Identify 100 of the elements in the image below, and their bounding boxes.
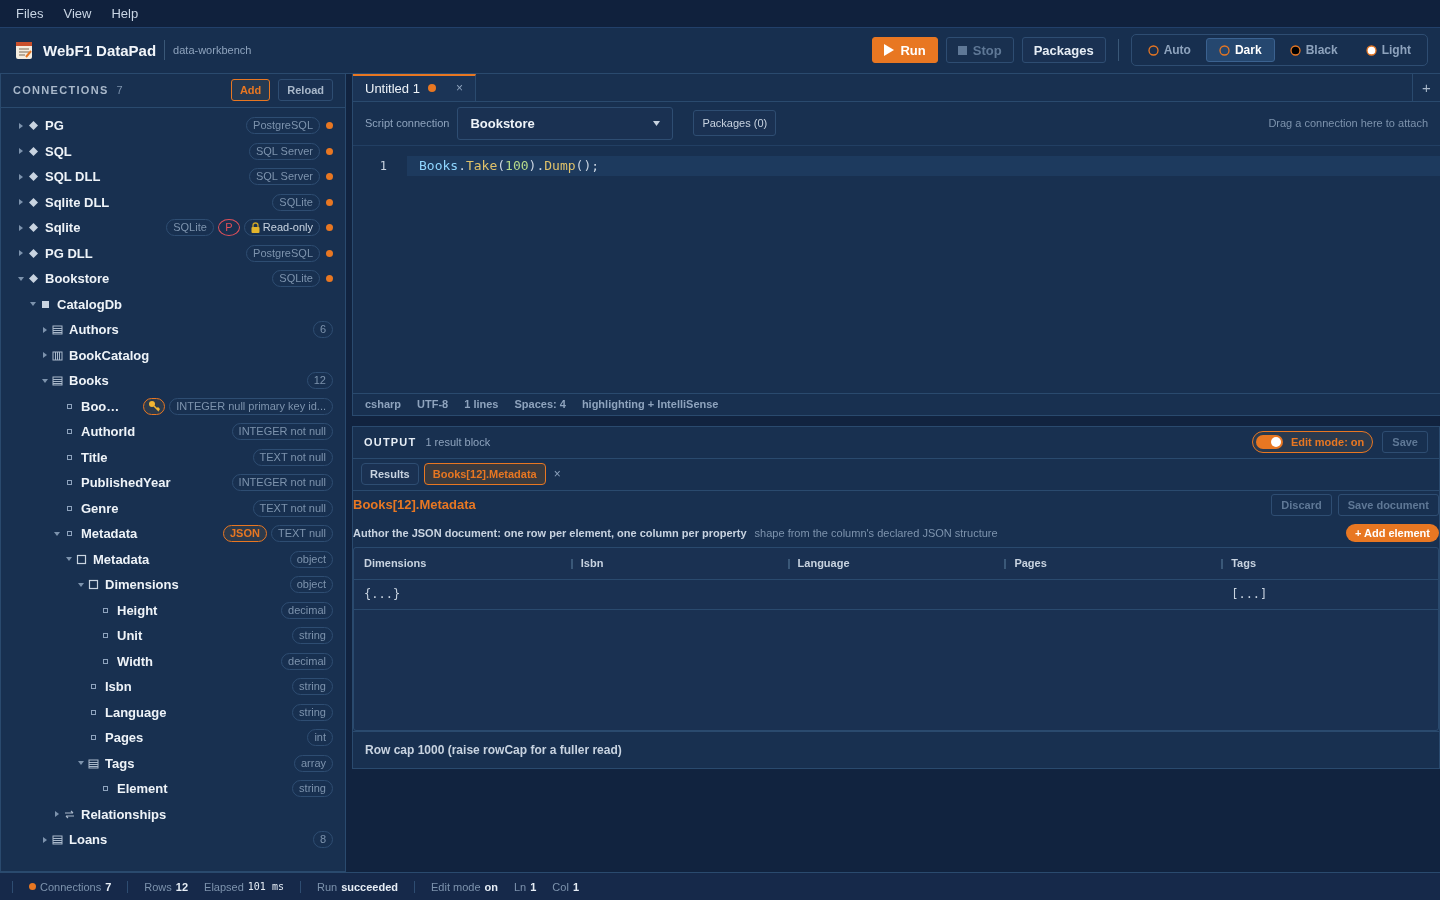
tree-item[interactable]: CatalogDb — [1, 291, 345, 317]
tree-item[interactable]: Element string — [1, 775, 345, 802]
tree-item[interactable]: PG DLL PostgreSQL — [1, 240, 345, 266]
tree-label: Sqlite DLL — [45, 194, 110, 210]
tree-item[interactable]: SQL SQL Server — [1, 138, 345, 164]
tree-item[interactable]: Sqlite DLL SQLite — [1, 189, 345, 215]
document-description: Author the JSON document: one row per element, one column per property — [353, 526, 747, 539]
tree-item[interactable]: Title TEXT not null — [1, 444, 345, 470]
tree-label: Bookstore — [45, 271, 110, 286]
app-title: WebF1 DataPad — [43, 41, 157, 59]
radio-circle-icon — [1147, 44, 1159, 56]
tree-label: PG DLL — [45, 245, 93, 261]
tree-label: Genre — [81, 500, 119, 516]
tree-item[interactable]: Metadata object — [1, 546, 345, 572]
editor-tab[interactable]: Untitled 1 × — [353, 73, 476, 101]
output-summary: 1 result block — [425, 436, 491, 449]
theme-option[interactable]: Black — [1276, 38, 1351, 63]
tree-label: Books — [69, 373, 109, 388]
table-cell: [...] — [1221, 579, 1438, 610]
document-hint: shape from the column's declared JSON structure — [754, 526, 998, 539]
radio-circle-icon — [1289, 44, 1301, 56]
tree-label: Width — [117, 653, 153, 669]
tree-item[interactable]: AuthorId INTEGER not null — [1, 418, 345, 445]
connection-dropdown[interactable]: Bookstore — [457, 106, 674, 140]
tree-item[interactable]: Bookstore SQLite — [1, 265, 345, 292]
tab-label: Untitled 1 — [365, 80, 420, 96]
tree-label: Pages — [105, 730, 144, 745]
sidebar-button[interactable]: Reload — [278, 79, 333, 102]
new-tab-button[interactable]: + — [1412, 73, 1440, 101]
theme-option[interactable]: Light — [1352, 38, 1424, 63]
tree-item[interactable]: Metadata JSON TEXT null — [1, 520, 345, 547]
output-title: OUTPUT — [364, 436, 417, 449]
tree-label: Sqlite — [45, 220, 81, 235]
packages-button[interactable]: Packages — [1021, 37, 1106, 64]
status-value: 1 — [530, 880, 537, 893]
connection-count: 7 — [116, 84, 123, 97]
line-number: 1 — [378, 158, 388, 173]
tree-label: Tags — [105, 755, 135, 771]
column-header: Dimensions — [354, 547, 571, 580]
column-header: Tags — [1221, 547, 1438, 580]
tree-label: Dimensions — [105, 577, 179, 592]
tree-label: SQL — [45, 143, 72, 159]
close-tab-button[interactable]: × — [553, 467, 561, 482]
tree-item[interactable]: Unit string — [1, 622, 345, 649]
tree-item[interactable]: Height decimal — [1, 597, 345, 623]
tree-label: Title — [81, 449, 108, 465]
tree-label: CatalogDb — [57, 296, 122, 312]
tree-label: BookCatalog — [69, 347, 150, 363]
tree-label: Metadata — [81, 526, 138, 541]
packages-button[interactable]: Packages (0) — [693, 110, 777, 137]
theme-option[interactable]: Dark — [1205, 38, 1275, 63]
tree-item[interactable]: Relationships — [1, 801, 345, 827]
tree-label: Element — [117, 781, 168, 796]
status-value: 101 ms — [247, 881, 284, 893]
tree-item[interactable]: SQL DLL SQL Server — [1, 163, 345, 190]
tree-item[interactable]: Boo… INTEGER null primary key id... — [1, 393, 345, 419]
status-value: 12 — [175, 880, 189, 893]
caret-down-icon — [653, 120, 661, 126]
tree-item[interactable]: Width decimal — [1, 648, 345, 674]
tree-item[interactable]: Language string — [1, 699, 345, 725]
tree-item[interactable]: Dimensions object — [1, 571, 345, 598]
tree-item[interactable]: BookCatalog — [1, 342, 345, 368]
output-tab[interactable]: Books[12].Metadata — [423, 463, 546, 486]
tree-item[interactable]: Genre TEXT not null — [1, 495, 345, 521]
status-value: succeeded — [341, 880, 398, 893]
radio-circle-icon — [1218, 44, 1230, 56]
tree-item[interactable]: PublishedYear INTEGER not null — [1, 469, 345, 496]
edit-mode-toggle[interactable]: Edit mode: on — [1251, 431, 1374, 454]
tree-label: Relationships — [81, 806, 167, 822]
row-cap-note: Row cap 1000 (raise rowCap for a fuller read) — [353, 730, 1439, 768]
table-cell: {...} — [354, 579, 571, 610]
tree-label: Height — [117, 602, 158, 618]
menu-item[interactable]: Help — [103, 5, 147, 21]
tree-item[interactable]: Loans 8 — [1, 826, 345, 853]
tree-item[interactable]: Tags array — [1, 750, 345, 776]
tree-item[interactable]: Pages int — [1, 724, 345, 751]
json-tag: JSON — [222, 525, 267, 542]
status-value: 1 — [572, 880, 579, 893]
editor-info: UTF-8 — [417, 398, 449, 411]
tree-label: SQL DLL — [45, 169, 101, 184]
tree-item[interactable]: Isbn string — [1, 673, 345, 700]
tree-item[interactable]: PG PostgreSQL — [1, 112, 345, 139]
status-label: Rows — [144, 880, 172, 893]
tree-item[interactable]: Sqlite SQLite P Read-only — [1, 214, 345, 241]
theme-option[interactable]: Auto — [1134, 38, 1204, 63]
tree-item[interactable]: Authors 6 — [1, 316, 345, 343]
tree-label: Metadata — [93, 551, 150, 567]
drop-hint: Drag a connection here to attach — [1268, 117, 1428, 130]
tree-item[interactable]: Books 12 — [1, 367, 345, 394]
status-label: Col — [552, 880, 569, 893]
menu-item[interactable]: Files — [8, 5, 52, 21]
key-icon — [148, 400, 161, 412]
menu-item[interactable]: View — [55, 5, 100, 21]
output-tab[interactable]: Results — [361, 463, 419, 486]
status-label: Elapsed — [204, 880, 244, 893]
tree-label: AuthorId — [81, 424, 136, 439]
tree-label: Loans — [69, 832, 108, 847]
close-tab-button[interactable]: × — [455, 81, 463, 96]
tree-label: Authors — [69, 322, 119, 337]
sidebar-button[interactable]: Add — [230, 79, 271, 102]
